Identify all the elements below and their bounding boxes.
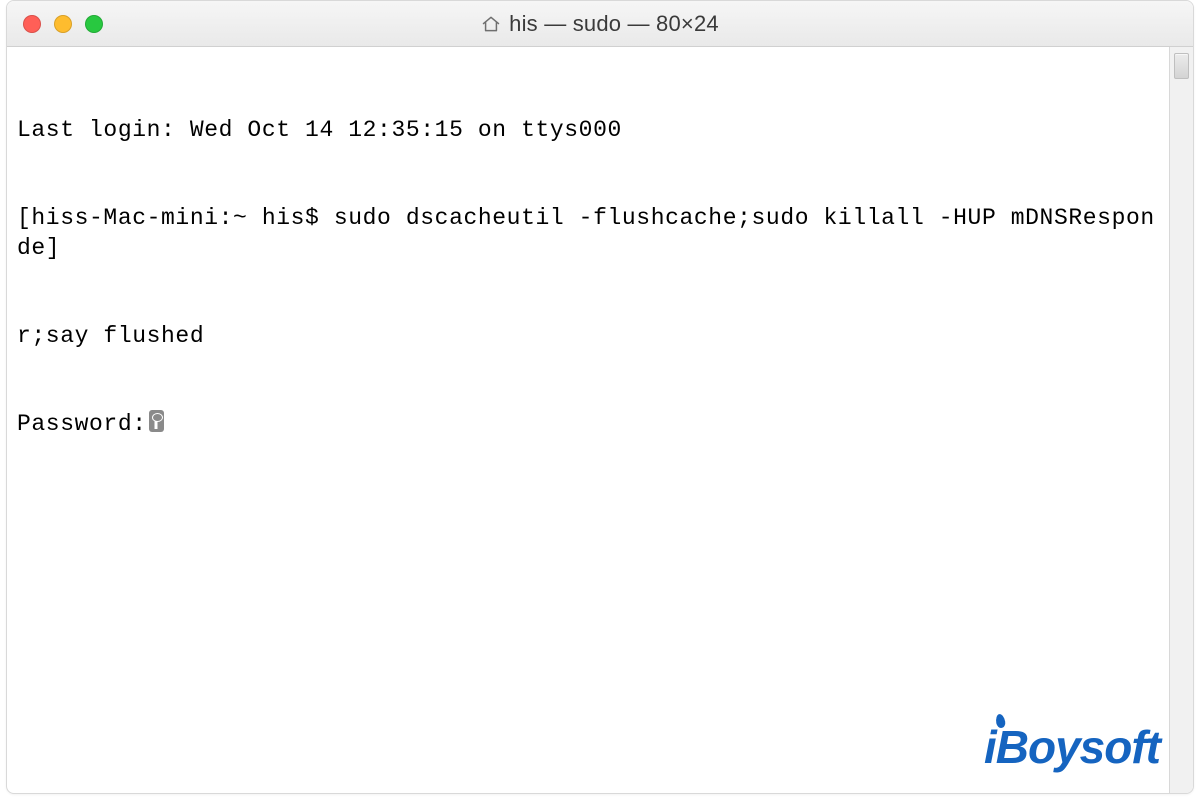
watermark-logo: iBoysoft xyxy=(984,720,1160,774)
window-title: his — sudo — 80×24 xyxy=(509,11,719,37)
terminal-output[interactable]: Last login: Wed Oct 14 12:35:15 on ttys0… xyxy=(7,47,1169,793)
window-controls xyxy=(23,15,103,33)
command-wrap-line: r;say flushed xyxy=(17,322,1161,351)
scroll-thumb[interactable] xyxy=(1174,53,1189,79)
terminal-window: his — sudo — 80×24 Last login: Wed Oct 1… xyxy=(6,0,1194,794)
password-label: Password: xyxy=(17,411,147,437)
maximize-icon[interactable] xyxy=(85,15,103,33)
minimize-icon[interactable] xyxy=(54,15,72,33)
home-icon xyxy=(481,14,501,34)
watermark-text: iBoysoft xyxy=(984,721,1160,773)
last-login-line: Last login: Wed Oct 14 12:35:15 on ttys0… xyxy=(17,116,1161,145)
vertical-scrollbar[interactable] xyxy=(1169,47,1193,793)
titlebar[interactable]: his — sudo — 80×24 xyxy=(7,1,1193,47)
prompt-command-line: [hiss-Mac-mini:~ his$ sudo dscacheutil -… xyxy=(17,204,1161,263)
close-icon[interactable] xyxy=(23,15,41,33)
password-prompt-line: Password: xyxy=(17,410,1161,439)
window-body: Last login: Wed Oct 14 12:35:15 on ttys0… xyxy=(7,47,1193,793)
key-icon xyxy=(149,410,164,432)
title-center: his — sudo — 80×24 xyxy=(7,11,1193,37)
